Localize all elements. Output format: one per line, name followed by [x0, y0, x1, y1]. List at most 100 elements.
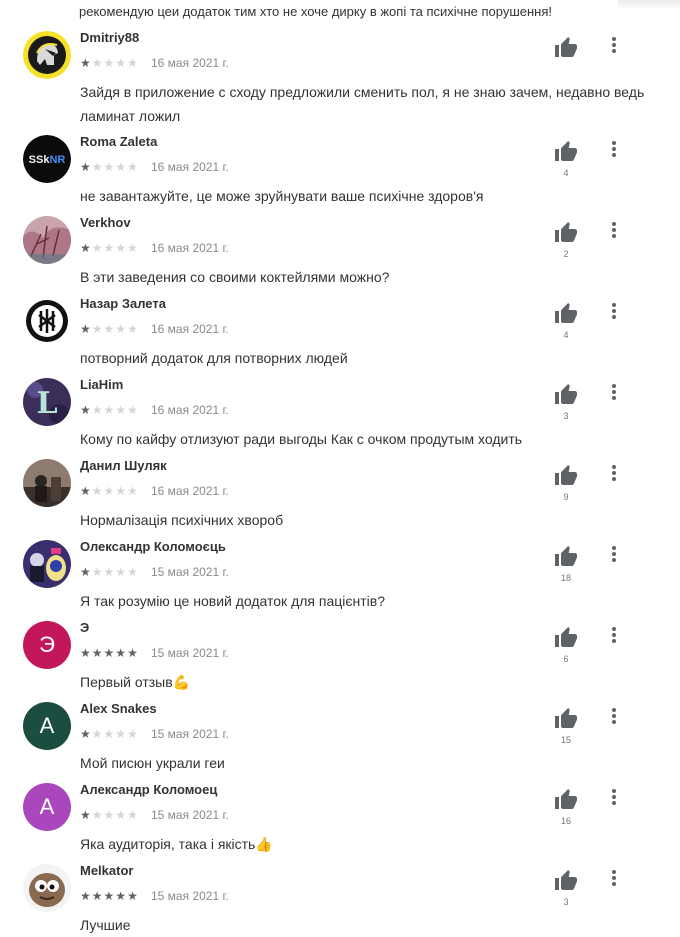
thumbs-up-icon[interactable]: [554, 36, 578, 60]
more-options-icon[interactable]: [610, 37, 618, 55]
helpful-count: 3: [563, 897, 569, 907]
star-empty-icon: ★: [103, 160, 116, 174]
star-empty-icon: ★: [115, 56, 128, 70]
star-empty-icon: ★: [127, 241, 139, 255]
review-date: 16 мая 2021 г.: [151, 484, 229, 498]
review-date: 15 мая 2021 г.: [151, 889, 229, 903]
more-options-icon[interactable]: [610, 708, 618, 726]
star-filled-icon: ★: [80, 889, 92, 903]
svg-text:L: L: [36, 386, 57, 421]
avatar[interactable]: [23, 459, 71, 507]
thumbs-up-icon[interactable]: [554, 788, 578, 812]
star-filled-icon: ★: [80, 484, 92, 498]
star-empty-icon: ★: [115, 808, 128, 822]
star-filled-icon: ★: [127, 646, 139, 660]
avatar[interactable]: [23, 864, 71, 912]
star-filled-icon: ★: [103, 889, 116, 903]
thumbs-up-icon[interactable]: [554, 464, 578, 488]
thumbs-up-icon[interactable]: [554, 707, 578, 731]
star-empty-icon: ★: [103, 727, 116, 741]
review-text: потворний додаток для потворних людей: [80, 350, 348, 366]
star-rating: ★★★★★: [80, 727, 139, 741]
star-rating: ★★★★★: [80, 889, 139, 903]
star-empty-icon: ★: [103, 241, 116, 255]
reviewer-name: Roma Zaleta: [80, 134, 158, 149]
star-rating: ★★★★★: [80, 808, 139, 822]
star-rating: ★★★★★: [80, 160, 139, 174]
star-empty-icon: ★: [91, 484, 104, 498]
thumbs-up-icon[interactable]: [554, 140, 578, 164]
more-options-icon[interactable]: [610, 222, 618, 240]
more-options-icon[interactable]: [610, 384, 618, 402]
more-options-icon[interactable]: [610, 870, 618, 888]
review-text: Лучшие: [80, 917, 131, 933]
star-empty-icon: ★: [103, 56, 116, 70]
star-filled-icon: ★: [80, 160, 92, 174]
star-empty-icon: ★: [127, 403, 139, 417]
star-empty-icon: ★: [127, 565, 139, 579]
thumbs-up-icon[interactable]: [554, 545, 578, 569]
review-text: Кому по кайфу отлизуют ради выгоды Как с…: [80, 431, 523, 447]
star-empty-icon: ★: [91, 56, 104, 70]
avatar[interactable]: [23, 540, 71, 588]
star-empty-icon: ★: [115, 727, 128, 741]
star-filled-icon: ★: [127, 889, 139, 903]
reviewer-name: Э: [80, 620, 90, 635]
star-filled-icon: ★: [115, 646, 128, 660]
star-empty-icon: ★: [91, 808, 104, 822]
review-date: 15 мая 2021 г.: [151, 808, 229, 822]
reviewer-name: Александр Коломоец: [80, 782, 218, 797]
star-empty-icon: ★: [91, 322, 104, 336]
svg-text:SSkNR: SSkNR: [29, 154, 66, 166]
helpful-count: 6: [563, 654, 569, 664]
helpful-count: 4: [563, 168, 569, 178]
star-filled-icon: ★: [80, 565, 92, 579]
partial-review-text: рекомендую цеи додаток тим хто не хоче д…: [79, 4, 552, 19]
avatar[interactable]: A: [23, 702, 71, 750]
star-empty-icon: ★: [91, 241, 104, 255]
more-options-icon[interactable]: [610, 546, 618, 564]
thumbs-up-icon[interactable]: [554, 221, 578, 245]
star-filled-icon: ★: [91, 646, 104, 660]
thumbs-up-icon[interactable]: [554, 383, 578, 407]
more-options-icon[interactable]: [610, 789, 618, 807]
avatar[interactable]: [23, 31, 71, 79]
star-rating: ★★★★★: [80, 565, 139, 579]
more-options-icon[interactable]: [610, 141, 618, 159]
avatar[interactable]: Э: [23, 621, 71, 669]
star-rating: ★★★★★: [80, 403, 139, 417]
reviewer-name: Данил Шуляк: [80, 458, 167, 473]
avatar-letter: A: [39, 713, 55, 738]
avatar[interactable]: SSkNR: [23, 135, 71, 183]
star-empty-icon: ★: [115, 565, 128, 579]
review-text: не завантажуйте, це може зруйнувати ваше…: [80, 188, 484, 204]
helpful-count: 9: [563, 492, 569, 502]
review-text: Яка аудиторія, така і якість👍: [80, 836, 273, 852]
avatar[interactable]: L: [23, 378, 71, 426]
star-empty-icon: ★: [103, 484, 116, 498]
star-empty-icon: ★: [127, 808, 139, 822]
avatar[interactable]: A: [23, 783, 71, 831]
star-empty-icon: ★: [115, 403, 128, 417]
more-options-icon[interactable]: [610, 627, 618, 645]
more-options-icon[interactable]: [610, 303, 618, 321]
review-text: Зайдя в приложение с сходу предложили см…: [80, 84, 645, 124]
avatar[interactable]: [23, 216, 71, 264]
star-empty-icon: ★: [115, 484, 128, 498]
review-date: 16 мая 2021 г.: [151, 322, 229, 336]
review-date: 16 мая 2021 г.: [151, 241, 229, 255]
star-empty-icon: ★: [91, 403, 104, 417]
helpful-count: 4: [563, 330, 569, 340]
star-filled-icon: ★: [80, 727, 92, 741]
thumbs-up-icon[interactable]: [554, 302, 578, 326]
star-filled-icon: ★: [80, 322, 92, 336]
thumbs-up-icon[interactable]: [554, 869, 578, 893]
thumbs-up-icon[interactable]: [554, 626, 578, 650]
star-rating: ★★★★★: [80, 646, 139, 660]
star-empty-icon: ★: [115, 241, 128, 255]
star-rating: ★★★★★: [80, 56, 139, 70]
helpful-count: 18: [560, 573, 571, 583]
avatar[interactable]: [23, 297, 71, 345]
more-options-icon[interactable]: [610, 465, 618, 483]
star-empty-icon: ★: [91, 565, 104, 579]
